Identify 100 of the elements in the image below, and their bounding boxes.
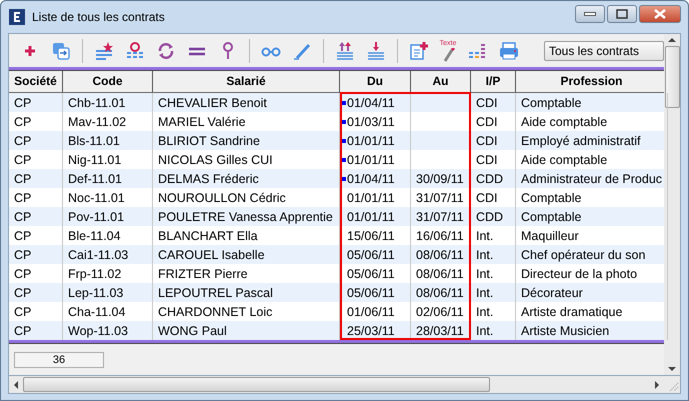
table-cell: BLANCHART Ella xyxy=(158,228,258,242)
table-cell: Artiste dramatique xyxy=(521,304,622,318)
table-cell: MARIEL Valérie xyxy=(158,114,246,128)
record-count: 36 xyxy=(14,352,104,368)
table-cell: CP xyxy=(14,190,32,204)
table-cell: NICOLAS Gilles CUI xyxy=(158,152,273,166)
filter-dropdown[interactable]: Tous les contrats xyxy=(544,40,664,60)
table-cell: LEPOUTREL Pascal xyxy=(158,286,273,300)
table-cell: 25/03/11 xyxy=(347,324,395,338)
table-cell: CP xyxy=(14,96,32,110)
column-header[interactable]: I/P xyxy=(471,71,516,92)
table-cell: 15/06/11 xyxy=(347,228,395,242)
column-header[interactable]: Société xyxy=(9,71,63,92)
table-cell: 08/06/11 xyxy=(416,266,464,280)
column-header[interactable]: Au xyxy=(411,71,471,92)
table-cell: Int. xyxy=(476,304,494,318)
table-cell: Noc-11.01 xyxy=(68,190,125,204)
scroll-thumb[interactable] xyxy=(23,377,490,392)
table-cell: Int. xyxy=(476,266,494,280)
table-cell: DELMAS Fréderic xyxy=(158,172,259,186)
list-pin-icon[interactable] xyxy=(125,40,145,60)
table-cell: Cha-11.04 xyxy=(68,304,126,318)
table-cell: 16/06/11 xyxy=(416,228,464,242)
table-cell: 31/07/11 xyxy=(416,210,464,224)
table-cell: Bls-11.01 xyxy=(68,134,120,148)
table-cell: 01/03/11 xyxy=(347,114,395,128)
list-star-icon[interactable] xyxy=(94,40,114,60)
table-cell: CDI xyxy=(476,152,498,166)
table-cell: CDD xyxy=(476,172,504,186)
table-cell: 28/03/11 xyxy=(416,324,464,338)
table-cell: Chef opérateur du son xyxy=(521,248,646,262)
table-cell: Int. xyxy=(476,286,494,300)
table-cell: CP xyxy=(14,114,32,128)
table-cell: Frp-11.02 xyxy=(68,266,122,280)
table-cell: Comptable xyxy=(521,96,582,110)
table-cell: 05/06/11 xyxy=(347,286,395,300)
table-cell: Wop-11.03 xyxy=(68,324,128,338)
table-cell: Administrateur de Produc xyxy=(521,172,662,186)
table-cell: Employé administratif xyxy=(521,134,640,148)
close-button[interactable] xyxy=(639,5,681,23)
table-cell: Mav-11.02 xyxy=(68,114,126,128)
table-cell: POULETRE Vanessa Apprentie xyxy=(158,210,333,224)
table-cell: 31/07/11 xyxy=(416,190,464,204)
table-cell: 05/06/11 xyxy=(347,266,395,280)
table-cell: Décorateur xyxy=(521,286,583,300)
refresh-icon[interactable] xyxy=(156,40,176,60)
table-cell: 01/06/11 xyxy=(347,304,395,318)
table-cell: CDI xyxy=(476,114,498,128)
table-cell: CP xyxy=(14,134,32,148)
table-cell: CAROUEL Isabelle xyxy=(158,248,265,262)
printer-icon[interactable] xyxy=(498,40,518,60)
table-cell: 01/01/11 xyxy=(347,152,395,166)
minimize-icon xyxy=(584,12,596,16)
table-cell: CDI xyxy=(476,96,498,110)
app-icon xyxy=(8,8,26,26)
table-cell: Chb-11.01 xyxy=(68,96,126,110)
table-cell: Int. xyxy=(476,228,494,242)
table-cell: Comptable xyxy=(521,210,582,224)
table-cell: 01/04/11 xyxy=(347,96,395,110)
minimize-button[interactable] xyxy=(575,5,605,23)
vertical-scrollbar[interactable] xyxy=(664,34,680,375)
column-header[interactable]: Code xyxy=(63,71,153,92)
column-header[interactable]: Du xyxy=(340,71,411,92)
table-cell: Int. xyxy=(476,248,494,262)
table-cell: Directeur de la photo xyxy=(521,266,638,280)
sort-up-icon[interactable] xyxy=(335,40,355,60)
scroll-thumb[interactable] xyxy=(664,46,680,108)
window-title: Liste de tous les contrats xyxy=(32,10,166,24)
table-cell: Maquilleur xyxy=(521,228,579,242)
close-icon xyxy=(654,9,666,19)
table-cell: CP xyxy=(14,286,32,300)
table-cell: Lep-11.03 xyxy=(68,286,124,300)
sort-down-icon[interactable] xyxy=(366,40,386,60)
table-cell: 02/06/11 xyxy=(416,304,464,318)
table-cell: Int. xyxy=(476,324,494,338)
table-cell: CP xyxy=(14,172,32,186)
table-cell: CP xyxy=(14,266,32,280)
table-cell: CDD xyxy=(476,210,504,224)
table-cell: Aide comptable xyxy=(521,114,608,128)
table-cell: 01/01/11 xyxy=(347,210,395,224)
document-add-icon[interactable] xyxy=(409,40,429,60)
horizontal-scrollbar[interactable] xyxy=(8,376,681,394)
table-cell: CP xyxy=(14,228,32,242)
maximize-icon xyxy=(616,9,628,19)
column-header[interactable]: Salarié xyxy=(153,71,340,92)
table-cell: 01/01/11 xyxy=(347,134,395,148)
table-cell: Aide comptable xyxy=(521,152,608,166)
table-cell: Artiste Musicien xyxy=(521,324,610,338)
copy-icon[interactable] xyxy=(51,40,71,60)
table-cell: BLIRIOT Sandrine xyxy=(158,134,260,148)
table-cell: CP xyxy=(14,248,32,262)
maximize-button[interactable] xyxy=(607,5,637,23)
table-cell: Comptable xyxy=(521,190,582,204)
table-cell: CDI xyxy=(476,134,498,148)
table-cell: 05/06/11 xyxy=(347,248,395,262)
table-cell: CP xyxy=(14,210,32,224)
table-cell: 30/09/11 xyxy=(416,172,464,186)
table-cell: 08/06/11 xyxy=(416,248,464,262)
table-cell: CDI xyxy=(476,190,498,204)
table-cell: Pov-11.01 xyxy=(68,210,124,224)
